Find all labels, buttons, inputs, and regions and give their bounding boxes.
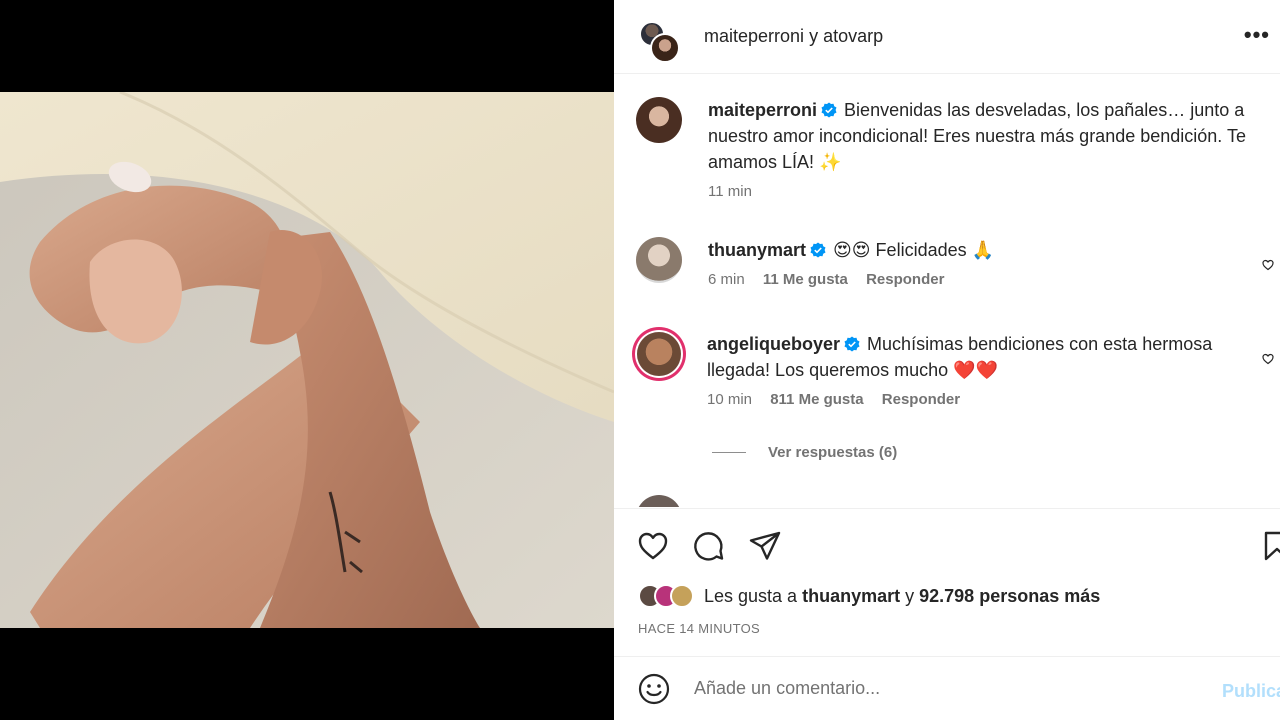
comment-item: angeliqueboyer Muchísimas bendiciones co… <box>636 331 1274 408</box>
likes-connector: y <box>905 585 915 606</box>
comment-likes-link[interactable]: 11 Me gusta <box>763 271 848 288</box>
comments-list[interactable]: maiteperroni Bienvenidas las desveladas,… <box>614 75 1280 507</box>
avatar <box>650 32 680 63</box>
reply-button[interactable]: Responder <box>882 391 960 408</box>
comment-username[interactable]: thuanymart <box>708 240 806 260</box>
more-horizontal-icon[interactable]: ••• <box>1244 22 1270 48</box>
likes-summary: Les gusta a thuanymart y 92.798 personas… <box>638 584 1100 608</box>
add-comment-bar: Publica <box>614 656 1280 720</box>
likes-prefix: Les gusta a <box>704 585 798 606</box>
comment-username[interactable]: angeliqueboyer <box>707 334 840 354</box>
comment-bubble-icon[interactable] <box>692 529 726 563</box>
bookmark-icon[interactable] <box>1260 529 1280 563</box>
post-photo[interactable] <box>0 92 614 628</box>
share-send-icon[interactable] <box>748 529 782 563</box>
avatar[interactable] <box>636 97 682 143</box>
authors-connector: y <box>809 26 819 46</box>
post-timestamp[interactable]: HACE 14 MINUTOS <box>638 621 760 636</box>
post-authors: maiteperroni y atovarp <box>704 26 883 47</box>
avatar[interactable] <box>637 332 681 376</box>
reply-button[interactable]: Responder <box>866 271 944 288</box>
emoji-smiley-icon[interactable] <box>636 671 672 707</box>
comment-likes-link[interactable]: 811 Me gusta <box>770 391 863 408</box>
post-caption: maiteperroni Bienvenidas las desveladas,… <box>636 97 1266 200</box>
verified-badge-icon <box>810 242 826 258</box>
comment-item: thuanymart 😍😍 Felicidades 🙏 6 min 11 Me … <box>636 237 1274 288</box>
view-replies-label: Ver respuestas (6) <box>768 444 898 461</box>
comment-time: 6 min <box>708 271 745 288</box>
comment-input[interactable] <box>694 678 1194 699</box>
caption-time: 11 min <box>708 183 752 200</box>
comment-like-heart-icon[interactable] <box>1262 353 1274 365</box>
like-heart-icon[interactable] <box>636 529 670 563</box>
comment-like-heart-icon[interactable] <box>1262 259 1274 271</box>
post-actions-bar <box>614 508 1280 582</box>
post-media-panel <box>0 0 614 720</box>
author-username-link[interactable]: atovarp <box>823 26 883 46</box>
author-username-link[interactable]: maiteperroni <box>704 26 804 46</box>
avatar <box>670 584 694 608</box>
comment-time: 10 min <box>707 391 753 408</box>
view-replies-button[interactable]: Ver respuestas (6) <box>712 444 897 461</box>
collab-avatars[interactable] <box>636 13 684 63</box>
likes-text[interactable]: Les gusta a thuanymart y 92.798 personas… <box>704 586 1100 607</box>
likes-user-link[interactable]: thuanymart <box>802 586 900 606</box>
comment-text: 😍😍 Felicidades 🙏 <box>833 240 995 260</box>
publish-button[interactable]: Publica <box>1222 681 1280 702</box>
post-header: maiteperroni y atovarp ••• <box>614 0 1280 74</box>
post-details-panel: maiteperroni y atovarp ••• maiteperroni … <box>614 0 1280 720</box>
avatar[interactable] <box>636 237 682 283</box>
replies-divider <box>712 452 746 453</box>
avatar[interactable] <box>636 495 682 507</box>
verified-badge-icon <box>844 336 860 352</box>
verified-badge-icon <box>821 102 837 118</box>
likes-count-link[interactable]: 92.798 personas más <box>919 586 1100 606</box>
caption-username[interactable]: maiteperroni <box>708 100 817 120</box>
